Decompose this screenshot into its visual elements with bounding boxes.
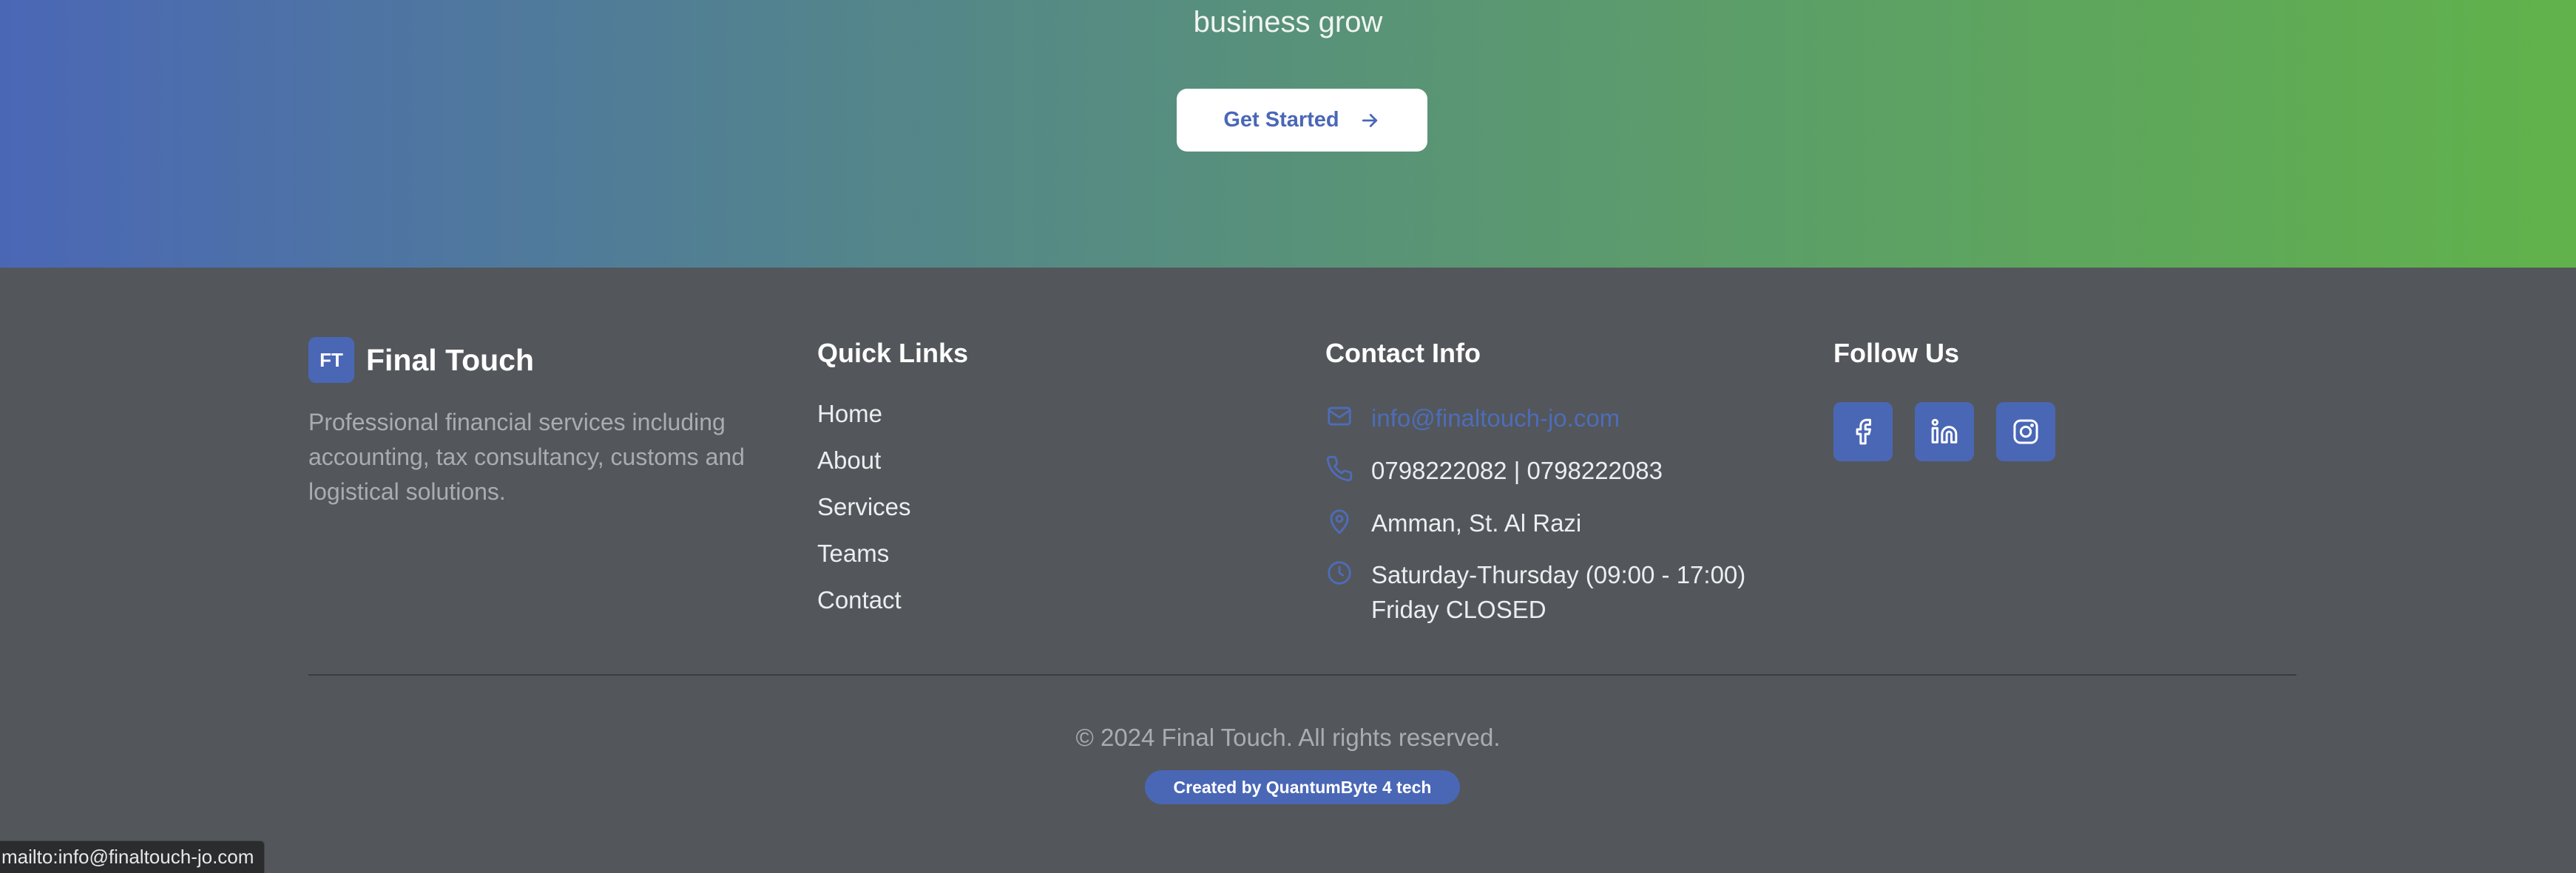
- footer-link-teams[interactable]: Teams: [817, 539, 911, 585]
- quick-links-list: Home About Services Teams Contact: [817, 399, 911, 632]
- get-started-label: Get Started: [1223, 108, 1339, 132]
- follow-us-heading: Follow Us: [1833, 338, 1959, 368]
- contact-email-link[interactable]: info@finaltouch-jo.com: [1371, 401, 1620, 435]
- contact-phone-row: 0798222082 | 0798222083: [1325, 453, 1663, 488]
- copyright-text: © 2024 Final Touch. All rights reserved.: [1075, 724, 1501, 751]
- hours-friday: Friday CLOSED: [1371, 596, 1546, 623]
- arrow-right-icon: [1362, 113, 1377, 127]
- footer-divider: [308, 674, 2296, 676]
- hours-weekdays: Saturday-Thursday (09:00 - 17:00): [1371, 561, 1746, 588]
- creator-credit-badge[interactable]: Created by QuantumByte 4 tech: [1145, 770, 1460, 804]
- contact-hours: Saturday-Thursday (09:00 - 17:00) Friday…: [1371, 557, 1745, 627]
- social-links: [1833, 402, 2055, 461]
- hero-subtitle: business grow: [1193, 6, 1383, 38]
- map-pin-icon: [1325, 507, 1353, 535]
- hero-banner: business grow Get Started: [0, 0, 2576, 268]
- instagram-button[interactable]: [1996, 402, 2055, 461]
- brand-name: Final Touch: [366, 342, 535, 377]
- contact-address: Amman, St. Al Razi: [1371, 509, 1582, 537]
- phone-icon: [1325, 455, 1353, 483]
- facebook-button[interactable]: [1833, 402, 1893, 461]
- contact-hours-row: Saturday-Thursday (09:00 - 17:00) Friday…: [1325, 557, 1745, 627]
- instagram-icon: [2013, 419, 2038, 444]
- contact-email-row: info@finaltouch-jo.com: [1325, 401, 1620, 435]
- footer-link-home[interactable]: Home: [817, 399, 911, 446]
- contact-phone: 0798222082 | 0798222083: [1371, 457, 1663, 484]
- linkedin-icon: [1931, 418, 1958, 444]
- browser-status-bar: mailto:info@finaltouch-jo.com: [0, 840, 266, 873]
- facebook-icon: [1856, 418, 1872, 445]
- contact-info-heading: Contact Info: [1325, 338, 1481, 368]
- clock-icon: [1325, 559, 1353, 587]
- footer-link-about[interactable]: About: [817, 446, 911, 492]
- mail-icon: [1325, 402, 1353, 430]
- contact-address-row: Amman, St. Al Razi: [1325, 506, 1581, 540]
- footer-link-contact[interactable]: Contact: [817, 585, 911, 632]
- linkedin-button[interactable]: [1915, 402, 1974, 461]
- brand-logo: FT: [308, 337, 354, 383]
- get-started-button[interactable]: Get Started: [1177, 89, 1427, 152]
- brand-description: Professional financial services includin…: [308, 409, 745, 505]
- quick-links-heading: Quick Links: [817, 338, 969, 368]
- footer-link-services[interactable]: Services: [817, 492, 911, 539]
- footer-brand[interactable]: FT Final Touch: [308, 337, 534, 383]
- site-footer: FT Final Touch Professional financial se…: [0, 268, 2576, 873]
